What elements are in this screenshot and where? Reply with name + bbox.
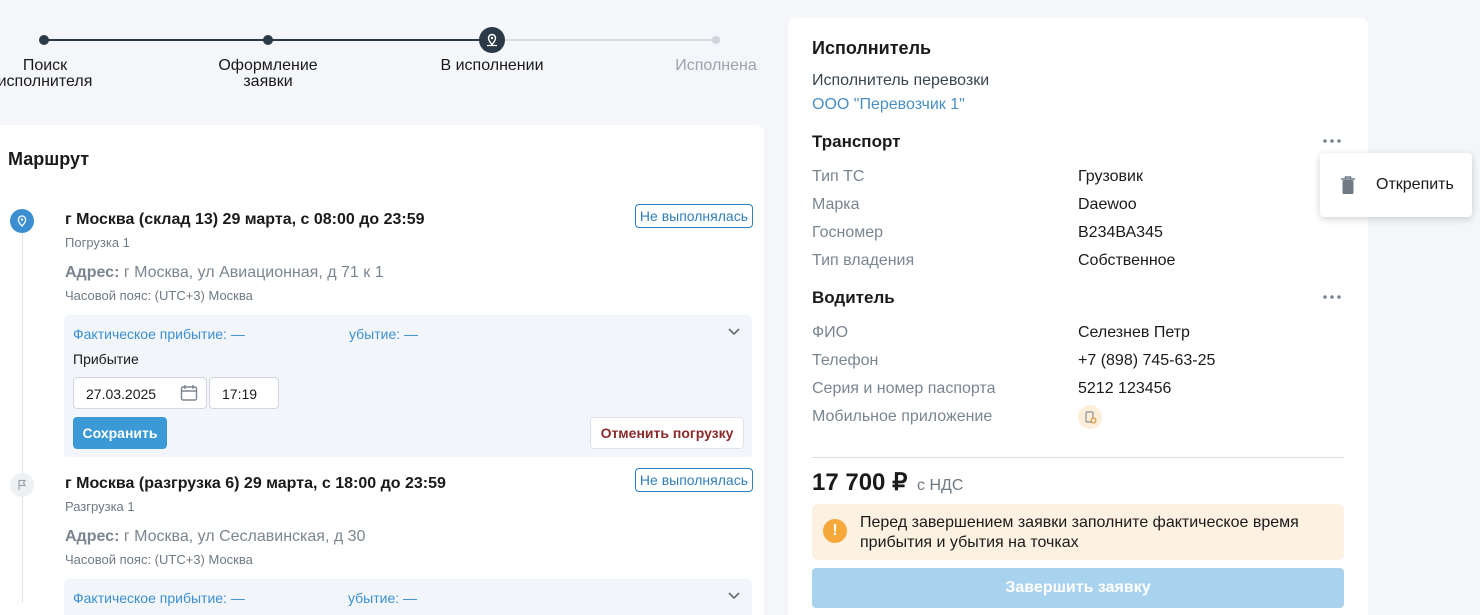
arrival-label: Прибытие bbox=[73, 351, 139, 367]
detach-menu-item[interactable]: Открепить bbox=[1320, 153, 1472, 217]
arrival-time-input[interactable]: 17:19 bbox=[209, 377, 279, 409]
step-label-in-progress: В исполнении bbox=[440, 57, 544, 74]
step-label-form: Оформление заявки bbox=[218, 57, 318, 90]
warning-banner: ! Перед завершением заявки заполните фак… bbox=[812, 504, 1344, 560]
transport-ownership-value: Собственное bbox=[1078, 252, 1176, 269]
arrival-date-input[interactable]: 27.03.2025 bbox=[73, 377, 207, 409]
driver-app-key: Мобильное приложение bbox=[812, 408, 993, 425]
route-point-unloading: г Москва (разгрузка 6) 29 марта, с 18:00… bbox=[65, 468, 755, 567]
transport-brand-key: Марка bbox=[812, 196, 860, 213]
price-amount: 17 700 ₽ bbox=[812, 469, 908, 496]
executor-card: Исполнитель Исполнитель перевозки ООО "П… bbox=[788, 18, 1368, 615]
mobile-app-icon bbox=[1078, 405, 1102, 429]
point-subtitle: Разгрузка 1 bbox=[65, 499, 135, 514]
route-timeline bbox=[22, 233, 23, 603]
save-button[interactable]: Сохранить bbox=[73, 417, 167, 449]
step-current-icon bbox=[479, 27, 505, 53]
point-timezone: Часовой пояс: (UTC+3) Москва bbox=[65, 288, 253, 303]
step-dot-done bbox=[712, 36, 720, 44]
step-label-completed: Исполнена bbox=[675, 57, 757, 74]
status-badge: Не выполнялась bbox=[634, 204, 753, 228]
point-address: Адрес: г Москва, ул Авиационная, д 71 к … bbox=[65, 264, 384, 281]
point-subtitle: Погрузка 1 bbox=[65, 235, 130, 250]
fact-arrival-text: Фактическое прибытие: — bbox=[73, 590, 245, 606]
stepper-remaining-line bbox=[492, 39, 716, 41]
order-stepper: Поиск исполнителя Оформление заявки В испо… bbox=[0, 0, 770, 110]
driver-passport-value: 5212 123456 bbox=[1078, 380, 1172, 397]
fact-departure-text: убытие: — bbox=[349, 326, 419, 342]
step-label-search: Поиск исполнителя bbox=[0, 57, 93, 90]
driver-more-icon[interactable] bbox=[1323, 295, 1341, 299]
step-dot-form bbox=[263, 35, 273, 45]
executor-title: Исполнитель bbox=[812, 38, 932, 58]
carrier-label: Исполнитель перевозки bbox=[812, 72, 990, 89]
transport-plate-key: Госномер bbox=[812, 224, 884, 241]
driver-title: Водитель bbox=[812, 288, 895, 307]
transport-more-icon[interactable] bbox=[1323, 139, 1341, 143]
carrier-name: ООО "Перевозчик 1" bbox=[812, 96, 965, 113]
route-point-loading: г Москва (склад 13) 29 марта, с 08:00 до… bbox=[65, 204, 755, 303]
calendar-icon[interactable] bbox=[179, 383, 199, 406]
driver-phone-value: +7 (898) 745-63-25 bbox=[1078, 352, 1216, 369]
route-card: Маршрут г Москва (склад 13) 29 марта, с … bbox=[0, 125, 764, 615]
driver-phone-key: Телефон bbox=[812, 352, 879, 369]
price-vat-note: с НДС bbox=[917, 477, 964, 494]
point-timezone: Часовой пояс: (UTC+3) Москва bbox=[65, 552, 253, 567]
fact-departure-text: убытие: — bbox=[348, 590, 418, 606]
flag-icon bbox=[10, 473, 34, 497]
transport-ownership-key: Тип владения bbox=[812, 252, 915, 269]
route-title: Маршрут bbox=[8, 149, 90, 169]
status-badge: Не выполнялась bbox=[634, 468, 753, 492]
step-dot-search bbox=[39, 35, 49, 45]
transport-plate-value: В234ВА345 bbox=[1078, 224, 1163, 241]
fact-arrival-text: Фактическое прибытие: — bbox=[73, 326, 245, 342]
point-address: Адрес: г Москва, ул Сеславинская, д 30 bbox=[65, 528, 366, 545]
transport-brand-value: Daewoo bbox=[1078, 196, 1137, 213]
driver-name-key: ФИО bbox=[812, 324, 849, 341]
transport-type-value: Грузовик bbox=[1078, 168, 1143, 185]
driver-name-value: Селезнев Петр bbox=[1078, 324, 1190, 341]
transport-title: Транспорт bbox=[812, 132, 901, 151]
fact-time-panel: Фактическое прибытие: — убытие: — Прибыт… bbox=[64, 315, 752, 457]
finish-order-button[interactable]: Завершить заявку bbox=[812, 568, 1344, 608]
transport-context-menu: Открепить bbox=[1320, 153, 1472, 217]
chevron-up-icon[interactable] bbox=[726, 323, 742, 344]
price-divider bbox=[812, 457, 1344, 458]
chevron-down-icon[interactable] bbox=[726, 587, 742, 608]
warning-icon: ! bbox=[823, 519, 847, 543]
driver-passport-key: Серия и номер паспорта bbox=[812, 380, 996, 397]
transport-type-key: Тип ТС bbox=[812, 168, 865, 185]
trash-icon bbox=[1340, 175, 1356, 200]
warning-text: Перед завершением заявки заполните факти… bbox=[860, 514, 1299, 551]
detach-label: Открепить bbox=[1376, 176, 1454, 193]
fact-time-panel: Фактическое прибытие: — убытие: — bbox=[64, 579, 752, 615]
cancel-loading-button[interactable]: Отменить погрузку bbox=[590, 417, 744, 449]
location-pin-icon bbox=[10, 209, 34, 233]
